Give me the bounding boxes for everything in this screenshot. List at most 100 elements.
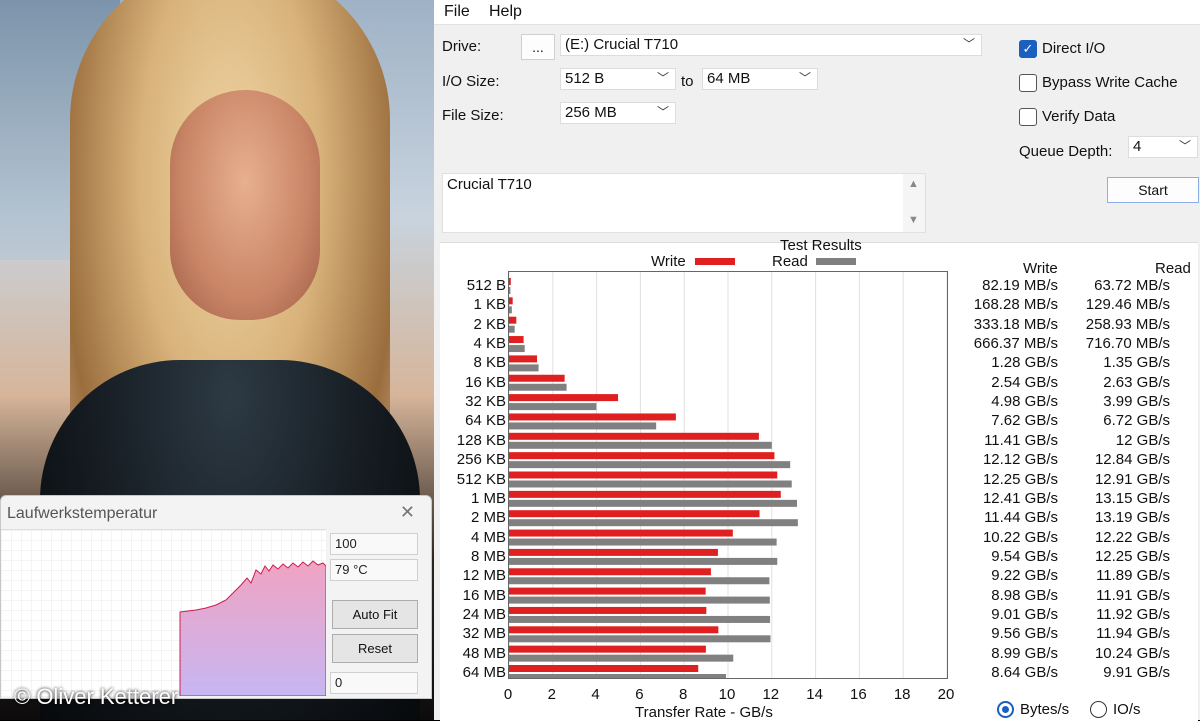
- y-tick-label: 2 KB: [473, 315, 506, 333]
- legend-write-label: Write: [651, 253, 686, 270]
- bar-read: [509, 306, 512, 314]
- io-size-to-select[interactable]: 64 MB ﹀: [702, 68, 818, 90]
- bar-write: [509, 587, 706, 595]
- read-value-label: 129.46 MB/s: [1085, 296, 1170, 314]
- x-tick-label: 20: [937, 686, 955, 703]
- drive-select[interactable]: (E:) Crucial T710 ﹀: [560, 34, 982, 56]
- y-tick-label: 256 KB: [456, 451, 506, 469]
- legend-read-swatch: [816, 258, 856, 265]
- io-size-from-select[interactable]: 512 B ﹀: [560, 68, 676, 90]
- read-value-label: 11.92 GB/s: [1096, 605, 1170, 623]
- y-tick-label: 4 KB: [473, 335, 506, 353]
- menu-help[interactable]: Help: [489, 3, 522, 21]
- bar-write: [509, 297, 513, 305]
- x-tick-label: 12: [762, 686, 780, 703]
- x-tick-label: 0: [503, 686, 513, 703]
- verify-data-label: Verify Data: [1042, 108, 1116, 125]
- write-value-label: 8.99 GB/s: [991, 644, 1058, 662]
- start-button[interactable]: Start: [1107, 177, 1199, 203]
- y-tick-label: 64 MB: [462, 664, 506, 681]
- y-tick-label: 4 MB: [470, 528, 506, 546]
- write-value-label: 10.22 GB/s: [982, 528, 1058, 546]
- io-per-second-radio[interactable]: [1090, 701, 1107, 718]
- bytes-per-second-radio[interactable]: [997, 701, 1014, 718]
- file-size-select[interactable]: 256 MB ﹀: [560, 102, 676, 124]
- x-tick-label: 8: [679, 686, 688, 703]
- write-value-label: 1.28 GB/s: [991, 354, 1058, 372]
- results-panel: Test Results Write Read Write Read 0 2 4 6 8…: [440, 237, 1198, 721]
- read-value-label: 10.24 GB/s: [1094, 644, 1170, 662]
- bar-write: [509, 529, 733, 537]
- bar-read: [509, 635, 771, 643]
- io-size-label: I/O Size:: [442, 73, 500, 90]
- bar-read: [509, 403, 597, 411]
- bar-read: [509, 441, 772, 449]
- menu-file[interactable]: File: [444, 3, 470, 21]
- scroll-up-icon[interactable]: ▲: [908, 178, 919, 190]
- direct-io-checkbox[interactable]: ✓: [1019, 40, 1037, 58]
- write-value-label: 9.22 GB/s: [991, 567, 1058, 585]
- chevron-down-icon: ﹀: [656, 71, 669, 85]
- write-value-label: 7.62 GB/s: [991, 412, 1058, 430]
- chevron-down-icon: ﹀: [656, 105, 669, 119]
- chart-plot-area: [508, 271, 948, 681]
- y-tick-label: 2 MB: [470, 509, 506, 527]
- bar-write: [509, 510, 760, 518]
- temperature-window: Laufwerkstemperatur ✕ 100 79 °C Auto Fit…: [0, 495, 432, 699]
- read-value-label: 6.72 GB/s: [1103, 412, 1170, 430]
- description-scrollbar[interactable]: ▲ ▼: [903, 174, 925, 232]
- read-value-label: 63.72 MB/s: [1094, 277, 1170, 294]
- x-tick-label: 18: [893, 686, 911, 703]
- bar-read: [509, 577, 770, 585]
- column-read-header: Read: [1155, 260, 1191, 277]
- legend-read-label: Read: [772, 253, 808, 270]
- bypass-write-cache-checkbox[interactable]: [1019, 74, 1037, 92]
- bar-read: [509, 674, 727, 681]
- bar-read: [509, 499, 797, 507]
- write-value-label: 4.98 GB/s: [991, 393, 1058, 411]
- io-size-to-value: 64 MB: [707, 70, 751, 87]
- reset-button[interactable]: Reset: [332, 634, 418, 663]
- chevron-down-icon: ﹀: [1178, 139, 1191, 153]
- write-value-label: 8.98 GB/s: [991, 586, 1058, 604]
- queue-depth-label: Queue Depth:: [1019, 143, 1113, 160]
- bar-write: [509, 413, 676, 421]
- bar-write: [509, 626, 719, 634]
- queue-depth-select[interactable]: 4 ﹀: [1128, 136, 1198, 158]
- drive-select-value: (E:) Crucial T710: [565, 36, 679, 53]
- close-icon[interactable]: ✕: [400, 502, 415, 523]
- temperature-graph-svg: [1, 530, 327, 697]
- description-textarea[interactable]: Crucial T710 ▲ ▼: [442, 173, 926, 233]
- y-tick-label: 48 MB: [462, 644, 506, 662]
- bar-read: [509, 325, 515, 333]
- scroll-down-icon[interactable]: ▼: [908, 214, 919, 226]
- chevron-down-icon: ﹀: [798, 71, 811, 85]
- bar-write: [509, 432, 759, 440]
- bar-write: [509, 471, 778, 479]
- auto-fit-button[interactable]: Auto Fit: [332, 600, 418, 629]
- bar-read: [509, 383, 567, 391]
- read-value-label: 12.84 GB/s: [1094, 451, 1170, 469]
- browse-button[interactable]: ...: [521, 34, 555, 60]
- read-value-label: 12.25 GB/s: [1094, 547, 1170, 565]
- y-tick-label: 8 MB: [470, 547, 506, 565]
- write-value-label: 12.12 GB/s: [982, 451, 1058, 469]
- io-per-second-label: IO/s: [1113, 701, 1141, 718]
- legend-write-swatch: [695, 258, 735, 265]
- verify-data-checkbox[interactable]: [1019, 108, 1037, 126]
- bar-write: [509, 278, 511, 285]
- bar-read: [509, 480, 792, 488]
- bar-read: [509, 519, 798, 527]
- y-tick-label: 512 KB: [456, 470, 506, 488]
- bar-read: [509, 345, 525, 353]
- x-tick-label: 16: [850, 686, 867, 703]
- y-tick-label: 512 B: [466, 277, 506, 294]
- temperature-window-title: Laufwerkstemperatur: [7, 505, 158, 522]
- bar-read: [509, 596, 770, 604]
- y-tick-label: 32 KB: [465, 393, 506, 411]
- write-value-label: 168.28 MB/s: [973, 296, 1058, 314]
- io-size-from-value: 512 B: [565, 70, 605, 87]
- write-value-label: 11.44 GB/s: [984, 509, 1058, 527]
- y-tick-label: 1 MB: [470, 489, 506, 507]
- read-value-label: 1.35 GB/s: [1103, 354, 1170, 372]
